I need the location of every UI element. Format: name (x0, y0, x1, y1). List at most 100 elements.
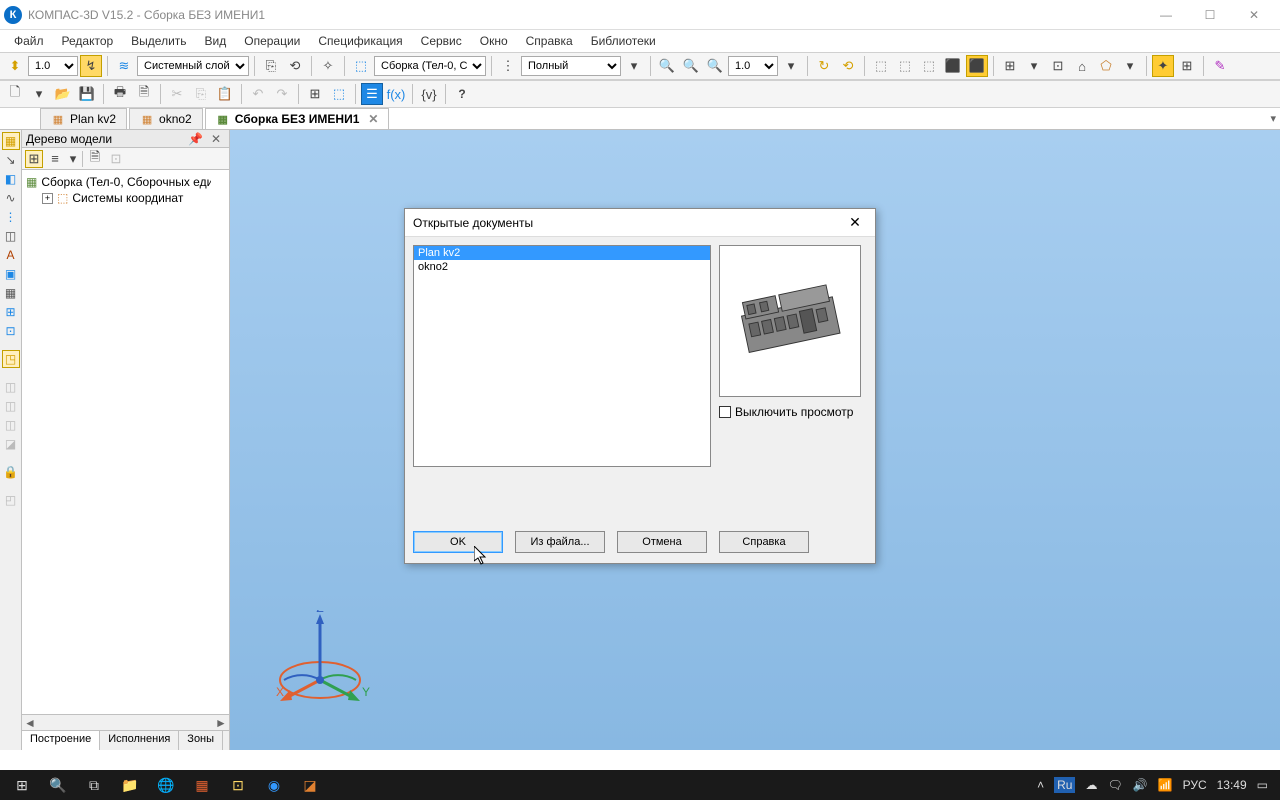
tb-new[interactable]: 🗋 (4, 83, 26, 105)
tb-icon[interactable]: ▾ (780, 55, 802, 77)
tb-copy[interactable]: ⎘ (190, 83, 212, 105)
layer-combo[interactable]: Системный слой (0) (137, 56, 249, 76)
tray-volume-icon[interactable]: 🔊 (1133, 778, 1148, 792)
pt-icon[interactable]: ≡ (46, 150, 64, 168)
panel-tab[interactable]: Зоны (179, 731, 223, 750)
tb-icon[interactable]: ⎘ (260, 55, 282, 77)
tb-icon[interactable]: ≋ (113, 55, 135, 77)
tb-render3[interactable]: ⬚ (918, 55, 940, 77)
app-icon[interactable]: ▦ (184, 770, 220, 800)
pt-icon[interactable]: ▾ (67, 150, 79, 168)
tb-render1[interactable]: ⬚ (870, 55, 892, 77)
tray-chevron-icon[interactable]: ˄ (1037, 778, 1044, 792)
lt-icon[interactable]: A (2, 246, 20, 264)
lt-icon[interactable]: ⊞ (2, 303, 20, 321)
chrome-icon[interactable]: 🌐 (148, 770, 184, 800)
tb-icon[interactable]: ⋮ (497, 55, 519, 77)
tb-zoom3[interactable]: 🔍 (704, 55, 726, 77)
menu-service[interactable]: Сервис (413, 32, 470, 50)
pt-icon[interactable]: ⊡ (107, 150, 125, 168)
model-tree[interactable]: ▦ Сборка (Тел-0, Сборочных единиц-0, Дет… (22, 170, 229, 714)
tb-icon[interactable]: ✦ (1152, 55, 1174, 77)
tb-icon[interactable]: ⟲ (284, 55, 306, 77)
tree-root[interactable]: ▦ Сборка (Тел-0, Сборочных единиц-0, Дет… (26, 174, 225, 190)
lt-icon[interactable]: ▦ (2, 132, 20, 150)
tb-icon[interactable]: ⊡ (1047, 55, 1069, 77)
tray-kbd[interactable]: РУС (1183, 778, 1207, 792)
tb-icon[interactable]: ▾ (623, 55, 645, 77)
tb-open[interactable]: 📂 (52, 83, 74, 105)
panel-tab[interactable]: Построение (22, 731, 100, 750)
disable-preview-checkbox[interactable]: Выключить просмотр (719, 405, 861, 419)
tree-node[interactable]: + ⬚ Системы координат (42, 190, 225, 206)
tb-icon[interactable]: ⬠ (1095, 55, 1117, 77)
tb-render2[interactable]: ⬚ (894, 55, 916, 77)
tb-icon[interactable]: ⊞ (304, 83, 326, 105)
tb-icon[interactable]: ✧ (317, 55, 339, 77)
tb-icon[interactable]: ▾ (1023, 55, 1045, 77)
pt-icon[interactable]: 🗎 (86, 150, 104, 168)
menu-view[interactable]: Вид (197, 32, 235, 50)
tb-render5[interactable]: ⬛ (966, 55, 988, 77)
lt-icon[interactable]: ◫ (2, 227, 20, 245)
tb-rotate2[interactable]: ⟲ (837, 55, 859, 77)
close-button[interactable]: ✕ (1232, 1, 1276, 29)
doc-tab[interactable]: ▦ Plan kv2 (40, 108, 127, 129)
tb-preview[interactable]: 🗎 (133, 83, 155, 105)
cancel-button[interactable]: Отмена (617, 531, 707, 553)
tb-help[interactable]: ? (451, 83, 473, 105)
expand-icon[interactable]: + (42, 193, 53, 204)
doc-tab[interactable]: ▦ okno2 (129, 108, 203, 129)
panel-close-icon[interactable]: ✕ (207, 132, 225, 146)
lt-icon[interactable]: ◫ (2, 416, 20, 434)
tb-icon[interactable]: ▾ (1119, 55, 1141, 77)
mode-combo[interactable]: Полный (521, 56, 621, 76)
taskview-icon[interactable]: ⧉ (76, 770, 112, 800)
help-button[interactable]: Справка (719, 531, 809, 553)
scroll-left-icon[interactable]: ◄ (22, 715, 38, 730)
lt-icon[interactable]: 🔒 (2, 463, 20, 481)
tray-onedrive-icon[interactable]: ☁ (1085, 778, 1097, 792)
tb-vars[interactable]: {v} (418, 83, 440, 105)
tb-save[interactable]: 💾 (76, 83, 98, 105)
menu-editor[interactable]: Редактор (54, 32, 122, 50)
tb-zoom2[interactable]: 🔍 (680, 55, 702, 77)
scale-combo-2[interactable]: 1.0 (728, 56, 778, 76)
tb-icon[interactable]: ⊞ (999, 55, 1021, 77)
panel-pin-icon[interactable]: 📌 (184, 132, 207, 146)
tray-lang[interactable]: Ru (1054, 777, 1075, 793)
lt-icon[interactable]: ↘ (2, 151, 20, 169)
menu-select[interactable]: Выделить (123, 32, 194, 50)
tb-zoom1[interactable]: 🔍 (656, 55, 678, 77)
assembly-combo[interactable]: Сборка (Тел-0, Сборочных единиц-0, Детал… (374, 56, 486, 76)
menu-libs[interactable]: Библиотеки (583, 32, 664, 50)
list-item-selected[interactable]: Plan kv2 (414, 246, 710, 260)
tray-clock[interactable]: 13:49 (1217, 778, 1247, 792)
document-list[interactable]: Plan kv2 okno2 (413, 245, 711, 467)
tb-print[interactable]: 🖶 (109, 83, 131, 105)
lt-icon[interactable]: ⋮ (2, 208, 20, 226)
panel-tab[interactable]: Исполнения (100, 731, 179, 750)
doc-tab-close[interactable]: ✕ (368, 112, 378, 126)
panel-scrollbar[interactable]: ◄ ► (22, 714, 229, 730)
app-icon[interactable]: ◪ (292, 770, 328, 800)
tray-action-icon[interactable]: 🗨 (1107, 778, 1122, 792)
from-file-button[interactable]: Из файла... (515, 531, 605, 553)
doc-tab-active[interactable]: ▦ Сборка БЕЗ ИМЕНИ1 ✕ (205, 108, 390, 129)
lt-icon[interactable]: ▣ (2, 265, 20, 283)
tb-dropdown[interactable]: ▾ (28, 83, 50, 105)
tb-fx[interactable]: f(x) (385, 83, 407, 105)
tb-redo[interactable]: ↷ (271, 83, 293, 105)
tabs-chevron[interactable]: ▾ (1270, 112, 1276, 125)
scale-combo-1[interactable]: 1.0 (28, 56, 78, 76)
kompas-taskbar-icon[interactable]: ◉ (256, 770, 292, 800)
lt-icon[interactable]: ◳ (2, 350, 20, 368)
list-item[interactable]: okno2 (414, 260, 710, 274)
minimize-button[interactable]: — (1144, 1, 1188, 29)
menu-help[interactable]: Справка (518, 32, 581, 50)
tb-icon[interactable]: ✎ (1209, 55, 1231, 77)
tb-icon[interactable]: ⌂ (1071, 55, 1093, 77)
tb-rotate1[interactable]: ↻ (813, 55, 835, 77)
lt-icon[interactable]: ◫ (2, 397, 20, 415)
menu-window[interactable]: Окно (472, 32, 516, 50)
